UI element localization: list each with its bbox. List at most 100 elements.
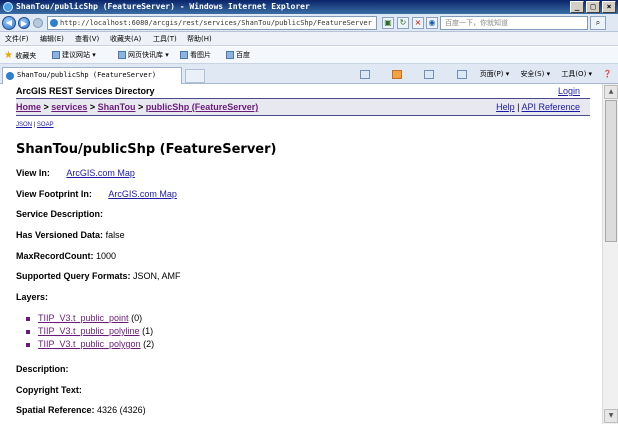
tab-favicon-icon <box>6 72 14 80</box>
favorites-button[interactable]: ★ 收藏夹 <box>4 47 36 65</box>
spatial-reference-value: 4326 (4326) <box>97 405 146 415</box>
scrollbar-thumb[interactable] <box>605 100 617 242</box>
menu-tools[interactable]: 工具(T) <box>153 32 177 46</box>
command-safety[interactable]: 安全(S) ▾ <box>520 70 550 78</box>
breadcrumb-bar: Home > services > ShanTou > publicShp (F… <box>16 98 590 116</box>
layer-id: (1) <box>142 326 154 336</box>
menu-view[interactable]: 查看(V) <box>75 32 99 46</box>
max-record-row: MaxRecordCount: 1000 <box>16 251 116 261</box>
search-provider-icon[interactable]: ◉ <box>426 17 438 29</box>
breadcrumb-services[interactable]: services <box>51 102 87 112</box>
max-record-value: 1000 <box>96 251 117 261</box>
favorites-item-pictures[interactable]: 看图片 <box>180 47 211 64</box>
list-item: TIIP_V3.t_public_polygon (2) <box>26 338 154 351</box>
page-title: ShanTou/publicShp (FeatureServer) <box>16 142 277 157</box>
copyright-label: Copyright Text: <box>16 385 82 395</box>
service-description-row: Service Description: <box>16 209 103 219</box>
max-record-label: MaxRecordCount: <box>16 251 94 261</box>
address-url: http://localhost:6080/arcgis/rest/servic… <box>60 19 372 27</box>
vertical-scrollbar[interactable]: ▲ ▼ <box>602 84 618 424</box>
stop-icon[interactable]: × <box>412 17 424 29</box>
favorites-item-label: 建议网站 ▾ <box>62 51 96 59</box>
help-link[interactable]: Help <box>496 102 515 112</box>
maximize-button[interactable]: □ <box>586 1 600 13</box>
mail-icon[interactable] <box>415 69 436 79</box>
refresh-icon[interactable]: ↻ <box>397 17 409 29</box>
help-icon[interactable]: ❓ <box>603 70 612 78</box>
layer-link-point[interactable]: TIIP_V3.t_public_point <box>38 313 129 323</box>
menu-file[interactable]: 文件(F) <box>5 32 29 46</box>
address-row: ◀ ▶ http://localhost:6080/arcgis/rest/se… <box>0 14 618 32</box>
layer-id: (0) <box>131 313 143 323</box>
scroll-down-icon[interactable]: ▼ <box>604 409 618 423</box>
soap-link[interactable]: SOAP <box>37 122 54 128</box>
recent-pages-dropdown[interactable] <box>33 18 43 28</box>
baidu-icon <box>226 51 234 59</box>
favorites-item-suggested[interactable]: 建议网站 ▾ <box>52 47 96 64</box>
menu-help[interactable]: 帮助(H) <box>187 32 212 46</box>
layer-id: (2) <box>143 339 155 349</box>
layers-label: Layers: <box>16 292 49 302</box>
spatial-reference-row: Spatial Reference: 4326 (4326) <box>16 405 146 415</box>
format-links: JSON | SOAP <box>16 122 54 128</box>
home-icon[interactable] <box>351 69 372 79</box>
view-footprint-arcgis-link[interactable]: ArcGIS.com Map <box>108 189 177 199</box>
login-link[interactable]: Login <box>558 86 580 96</box>
compatibility-view-icon[interactable]: ▣ <box>382 17 394 29</box>
has-versioned-label: Has Versioned Data: <box>16 230 104 240</box>
scroll-up-icon[interactable]: ▲ <box>604 85 618 99</box>
command-tools[interactable]: 工具(O) ▾ <box>561 70 592 78</box>
query-formats-label: Supported Query Formats: <box>16 271 131 281</box>
star-icon: ★ <box>4 50 13 61</box>
view-footprint-label: View Footprint In: <box>16 189 92 199</box>
service-description-label: Service Description: <box>16 209 104 219</box>
favorites-item-label: 看图片 <box>190 51 211 59</box>
description-row: Description: <box>16 364 69 374</box>
breadcrumb: Home > services > ShanTou > publicShp (F… <box>16 102 259 112</box>
suggested-sites-icon <box>52 51 60 59</box>
search-icon[interactable]: ⌕ <box>590 16 606 30</box>
layer-link-polyline[interactable]: TIIP_V3.t_public_polyline <box>38 326 140 336</box>
view-in-row: View In: ArcGIS.com Map <box>16 168 135 178</box>
api-reference-link[interactable]: API Reference <box>521 102 580 112</box>
close-button[interactable]: × <box>602 1 616 13</box>
command-page[interactable]: 页面(P) ▾ <box>480 70 509 78</box>
directory-title: ArcGIS REST Services Directory <box>16 86 155 96</box>
spatial-reference-label: Spatial Reference: <box>16 405 95 415</box>
json-link[interactable]: JSON <box>16 122 32 128</box>
favorites-item-baidu[interactable]: 百度 <box>226 47 250 64</box>
back-button[interactable]: ◀ <box>2 16 16 30</box>
ie-logo-icon <box>3 2 13 12</box>
breadcrumb-home[interactable]: Home <box>16 102 41 112</box>
page-viewport: ArcGIS REST Services Directory Login Hom… <box>0 84 602 424</box>
pictures-icon <box>180 51 188 59</box>
query-formats-value: JSON, AMF <box>133 271 181 281</box>
print-icon[interactable] <box>448 69 469 79</box>
description-label: Description: <box>16 364 69 374</box>
has-versioned-row: Has Versioned Data: false <box>16 230 125 240</box>
breadcrumb-current[interactable]: publicShp (FeatureServer) <box>146 102 259 112</box>
list-item: TIIP_V3.t_public_point (0) <box>26 312 154 325</box>
menu-edit[interactable]: 编辑(E) <box>40 32 64 46</box>
favorites-item-webslice[interactable]: 网页快讯库 ▾ <box>118 47 169 64</box>
view-in-arcgis-link[interactable]: ArcGIS.com Map <box>66 168 135 178</box>
forward-button[interactable]: ▶ <box>18 17 30 29</box>
new-tab-button[interactable] <box>185 69 205 83</box>
copyright-row: Copyright Text: <box>16 385 82 395</box>
view-footprint-row: View Footprint In: ArcGIS.com Map <box>16 189 177 199</box>
layer-link-polygon[interactable]: TIIP_V3.t_public_polygon <box>38 339 141 349</box>
tab-title: ShanTou/publicShp (FeatureServer) <box>17 71 157 79</box>
favorites-label: 收藏夹 <box>15 52 37 60</box>
minimize-button[interactable]: _ <box>570 1 584 13</box>
menu-bar: 文件(F) 编辑(E) 查看(V) 收藏夹(A) 工具(T) 帮助(H) <box>0 32 618 46</box>
command-bar: 页面(P) ▾ 安全(S) ▾ 工具(O) ▾ ❓ <box>342 66 612 82</box>
menu-favorites[interactable]: 收藏夹(A) <box>110 32 141 46</box>
has-versioned-value: false <box>105 230 125 240</box>
search-input[interactable]: 百度一下，你就知道 <box>440 16 588 30</box>
tab-row: ShanTou/publicShp (FeatureServer) 页面(P) … <box>0 64 618 84</box>
window-title-bar: ShanTou/publicShp (FeatureServer) - Wind… <box>0 0 618 14</box>
feeds-icon[interactable] <box>383 69 404 79</box>
address-input[interactable]: http://localhost:6080/arcgis/rest/servic… <box>47 16 377 30</box>
tab-active[interactable]: ShanTou/publicShp (FeatureServer) <box>2 67 182 84</box>
breadcrumb-folder[interactable]: ShanTou <box>98 102 136 112</box>
